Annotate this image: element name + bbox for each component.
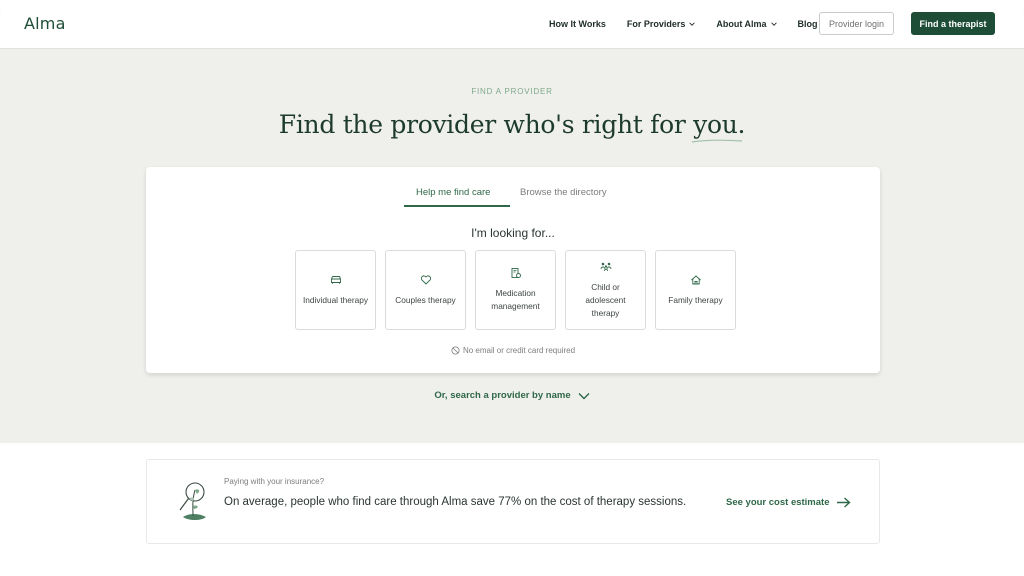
insurance-card: Paying with your insurance? On average, …	[146, 459, 880, 544]
nav-link-label: How It Works	[549, 19, 606, 29]
prescription-icon	[511, 268, 521, 278]
nav-link-blog[interactable]: Blog	[798, 19, 818, 29]
nav-link-label: Blog	[797, 19, 818, 29]
provider-login-button[interactable]: Provider login	[819, 12, 894, 35]
headline-accent-text: you	[693, 110, 738, 139]
notice-text: No email or credit card required	[462, 346, 576, 355]
headline-accent: you	[692, 110, 743, 143]
page: Alma How It Works For Providers About Al…	[0, 0, 1024, 576]
find-care-card: Help me find care Browse the directory I…	[146, 167, 880, 373]
option-medication-management[interactable]: Medication management	[475, 250, 556, 330]
option-label: Individual therapy	[302, 294, 369, 305]
option-family-therapy[interactable]: Family therapy	[655, 250, 736, 330]
headline-prefix: Find the provider who's right for	[278, 110, 694, 139]
option-label: Child or adolescent therapy	[585, 281, 626, 318]
headline-suffix: .	[737, 110, 746, 139]
cost-estimate-link[interactable]: See your cost estimate	[726, 497, 851, 508]
option-label: Medication management	[491, 288, 540, 311]
option-individual-therapy[interactable]: Individual therapy	[295, 250, 376, 330]
couch-icon	[330, 275, 341, 284]
chevron-down-icon	[770, 22, 777, 26]
arrow-right-icon	[836, 497, 851, 508]
nav-link-label: For Providers	[626, 19, 686, 29]
nav-link-for-providers[interactable]: For Providers	[627, 19, 696, 29]
option-label: Couples therapy	[395, 294, 456, 305]
family-group-icon	[600, 262, 611, 271]
nav-link-how-it-works[interactable]: How It Works	[549, 19, 606, 29]
prohibited-icon	[451, 346, 460, 355]
option-couples-therapy[interactable]: Couples therapy	[385, 250, 466, 330]
tab-help-me-find-care[interactable]: Help me find care	[404, 187, 510, 207]
search-by-name-label: Or, search a provider by name	[434, 390, 571, 401]
heart-icon	[420, 274, 431, 285]
search-by-name-toggle[interactable]: Or, search a provider by name	[0, 390, 1024, 401]
plant-magnifier-illustration-icon	[179, 482, 206, 520]
option-child-adolescent-therapy[interactable]: Child or adolescent therapy	[565, 250, 646, 330]
chevron-down-icon	[689, 22, 696, 26]
underline-swoosh-icon	[692, 139, 743, 143]
care-options: Individual therapy Couples therapy Medic…	[295, 250, 736, 330]
insurance-section: Paying with your insurance? On average, …	[0, 443, 1024, 576]
nav-link-about-alma[interactable]: About Alma	[716, 19, 777, 29]
chevron-down-icon	[578, 392, 590, 399]
option-label: Family therapy	[668, 294, 723, 305]
insurance-savings-text: On average, people who find care through…	[224, 496, 687, 508]
nav-link-label: About Alma	[716, 19, 767, 29]
looking-for-prompt: I'm looking for...	[471, 226, 555, 240]
home-icon	[690, 274, 701, 284]
alma-logo[interactable]: Alma	[24, 14, 66, 33]
find-therapist-button[interactable]: Find a therapist	[911, 12, 995, 35]
nav-links: How It Works For Providers About Alma Bl…	[549, 0, 839, 48]
cost-estimate-label: See your cost estimate	[726, 497, 830, 508]
no-card-notice: No email or credit card required	[146, 346, 880, 355]
top-nav: Alma How It Works For Providers About Al…	[0, 0, 1024, 48]
eyebrow-label: FIND A PROVIDER	[471, 87, 553, 96]
page-title: Find the provider who's right for you.	[0, 110, 1024, 143]
care-tabs: Help me find care Browse the directory	[404, 187, 620, 207]
tab-browse-directory[interactable]: Browse the directory	[510, 187, 620, 207]
insurance-question: Paying with your insurance?	[224, 477, 325, 486]
